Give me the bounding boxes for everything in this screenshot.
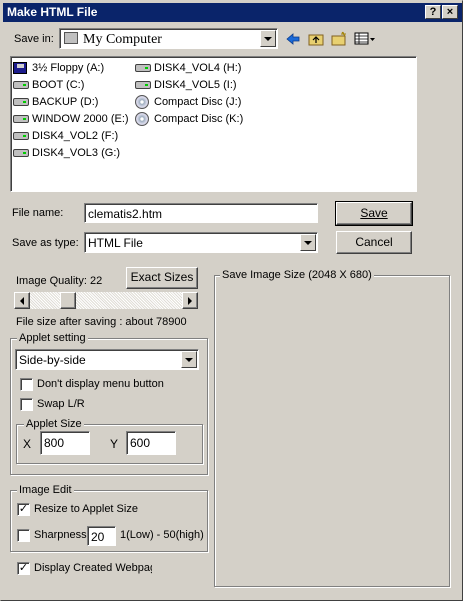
- sharpness-checkbox[interactable]: [17, 529, 30, 542]
- applet-setting-legend: Applet setting: [17, 332, 88, 344]
- hard-drive-icon: [13, 113, 29, 125]
- slider-left-arrow-icon[interactable]: [14, 292, 30, 309]
- floppy-icon: [13, 61, 29, 74]
- drive-column-2: DISK4_VOL4 (H:) DISK4_VOL5 (I:) Compact Di…: [135, 59, 275, 127]
- list-item[interactable]: Compact Disc (K:): [135, 110, 275, 127]
- drive-label: Compact Disc (J:): [154, 95, 242, 108]
- new-folder-icon[interactable]: [331, 31, 347, 47]
- save-image-size-legend: Save Image Size (2048 X 680): [220, 269, 374, 281]
- chevron-down-icon[interactable]: [300, 234, 316, 251]
- list-item[interactable]: BACKUP (D:): [13, 93, 137, 110]
- slider-right-arrow-icon[interactable]: [182, 292, 198, 309]
- list-item[interactable]: DISK4_VOL5 (I:): [135, 76, 275, 93]
- sharpness-input[interactable]: 20: [87, 526, 116, 546]
- file-name-input[interactable]: clematis2.htm: [84, 203, 318, 223]
- hard-drive-icon: [13, 79, 29, 91]
- dialog-window: Make HTML File ? × Save in: My Computer …: [0, 0, 463, 601]
- file-name-value: clematis2.htm: [88, 207, 163, 221]
- applet-height-value: 600: [130, 436, 151, 450]
- sharpness-value: 20: [91, 530, 105, 544]
- applet-mode-value: Side-by-side: [19, 353, 86, 367]
- save-button[interactable]: Save: [335, 201, 413, 226]
- applet-width-input[interactable]: 800: [40, 431, 90, 455]
- up-folder-icon[interactable]: [308, 31, 324, 47]
- x-label: X: [23, 437, 32, 451]
- window-title: Make HTML File: [7, 5, 98, 19]
- drive-label: DISK4_VOL3 (G:): [32, 146, 121, 159]
- hard-drive-icon: [135, 62, 151, 74]
- save-image-size-group: [214, 275, 450, 587]
- drive-column-1: 3½ Floppy (A:) BOOT (C:) BACKUP (D:) WINDOW…: [13, 59, 137, 161]
- hard-drive-icon: [13, 96, 29, 108]
- slider-thumb[interactable]: [60, 292, 76, 309]
- dont-display-menu-label: Don't display menu button: [37, 378, 164, 390]
- swap-lr-checkbox[interactable]: [20, 398, 33, 411]
- computer-icon: [64, 32, 78, 44]
- image-quality-text: Image Quality:: [16, 275, 87, 287]
- cancel-button[interactable]: Cancel: [336, 231, 412, 254]
- hard-drive-icon: [13, 147, 29, 159]
- list-item[interactable]: DISK4_VOL3 (G:): [13, 144, 137, 161]
- image-quality-slider[interactable]: [14, 292, 198, 309]
- image-quality-label: Image Quality: 22: [16, 275, 102, 287]
- sharpness-label: Sharpness: [34, 529, 87, 541]
- list-item[interactable]: Compact Disc (J:): [135, 93, 275, 110]
- swap-lr-label: Swap L/R: [37, 398, 85, 410]
- cd-icon: [135, 111, 151, 126]
- image-quality-value: 22: [89, 275, 103, 287]
- display-created-label: Display Created Webpag: [34, 562, 152, 574]
- file-size-text: File size after saving : about 78900: [16, 316, 187, 328]
- list-item[interactable]: DISK4_VOL4 (H:): [135, 59, 275, 76]
- list-item[interactable]: WINDOW 2000 (E:): [13, 110, 137, 127]
- drive-label: BACKUP (D:): [32, 95, 99, 108]
- resize-label: Resize to Applet Size: [34, 503, 138, 515]
- drive-label: BOOT (C:): [32, 78, 85, 91]
- save-as-type-dropdown[interactable]: HTML File: [84, 232, 318, 253]
- dont-display-menu-checkbox[interactable]: [20, 378, 33, 391]
- file-list[interactable]: 3½ Floppy (A:) BOOT (C:) BACKUP (D:) WINDOW…: [10, 56, 417, 192]
- close-button[interactable]: ×: [442, 5, 458, 19]
- sharpness-range: 1(Low) - 50(high): [120, 529, 204, 541]
- back-arrow-icon[interactable]: [285, 31, 301, 47]
- display-created-checkbox[interactable]: ✓: [17, 562, 30, 575]
- title-bar[interactable]: Make HTML File: [3, 3, 462, 22]
- cd-icon: [135, 94, 151, 109]
- drive-label: DISK4_VOL5 (I:): [154, 78, 237, 91]
- save-in-label: Save in:: [14, 33, 54, 45]
- save-in-value: My Computer: [83, 32, 162, 47]
- applet-width-value: 800: [44, 436, 65, 450]
- file-name-label: File name:: [12, 207, 64, 219]
- drive-label: WINDOW 2000 (E:): [32, 112, 129, 125]
- list-item[interactable]: 3½ Floppy (A:): [13, 59, 137, 76]
- applet-height-input[interactable]: 600: [126, 431, 176, 455]
- applet-mode-dropdown[interactable]: Side-by-side: [15, 349, 199, 370]
- save-as-type-label: Save as type:: [12, 237, 79, 249]
- save-in-dropdown[interactable]: My Computer: [59, 28, 278, 49]
- hard-drive-icon: [13, 130, 29, 142]
- applet-size-legend: Applet Size: [24, 418, 84, 430]
- y-label: Y: [110, 437, 119, 451]
- save-as-type-value: HTML File: [88, 236, 143, 250]
- hard-drive-icon: [135, 79, 151, 91]
- chevron-down-icon[interactable]: [260, 30, 276, 47]
- list-item[interactable]: BOOT (C:): [13, 76, 137, 93]
- drive-label: DISK4_VOL4 (H:): [154, 61, 242, 74]
- exact-sizes-button[interactable]: Exact Sizes: [126, 267, 198, 289]
- image-edit-legend: Image Edit: [17, 484, 74, 496]
- help-button[interactable]: ?: [425, 5, 441, 19]
- drive-label: 3½ Floppy (A:): [32, 61, 105, 74]
- drive-label: Compact Disc (K:): [154, 112, 244, 125]
- resize-checkbox[interactable]: ✓: [17, 503, 30, 516]
- view-menu-icon[interactable]: [354, 31, 376, 47]
- list-item[interactable]: DISK4_VOL2 (F:): [13, 127, 137, 144]
- drive-label: DISK4_VOL2 (F:): [32, 129, 119, 142]
- chevron-down-icon[interactable]: [181, 351, 197, 368]
